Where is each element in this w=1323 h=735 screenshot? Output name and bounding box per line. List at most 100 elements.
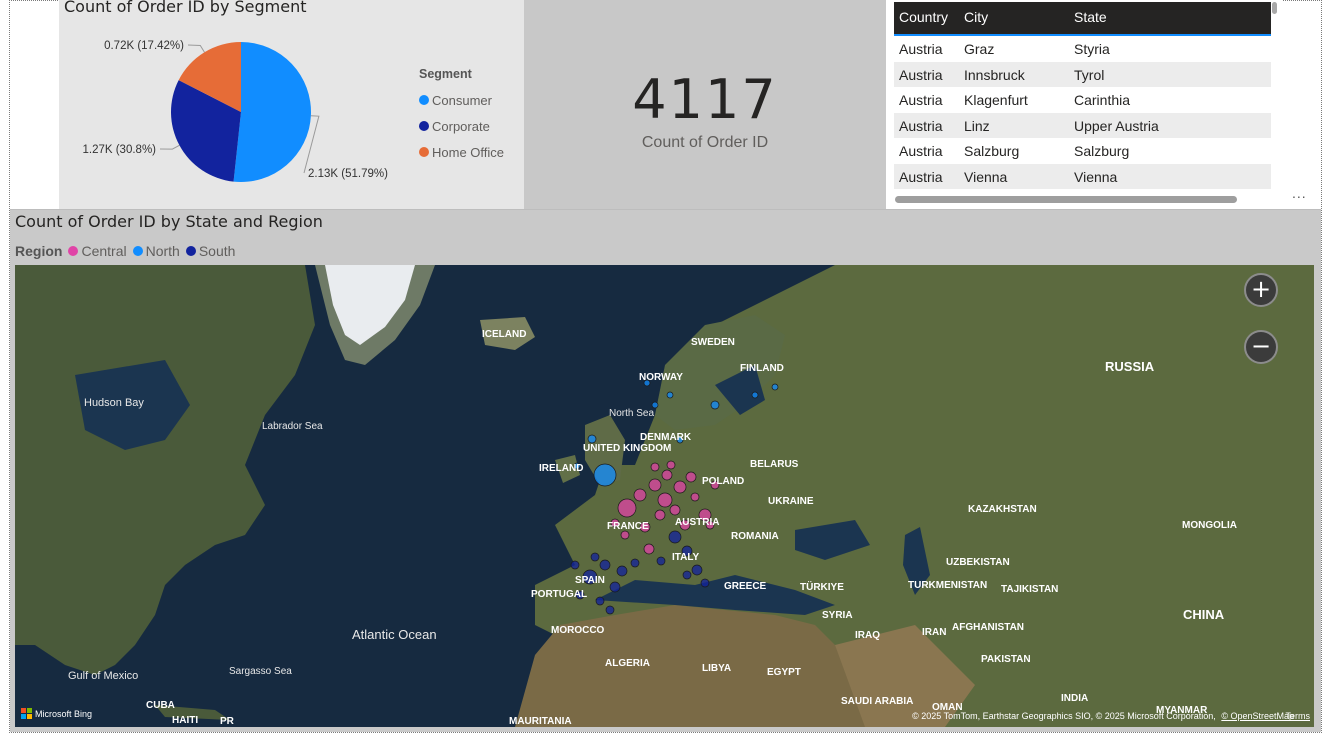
table-header: Country City State [894,2,1271,36]
legend-label-corporate: Corporate [432,118,490,134]
map-label: FRANCE [607,521,649,532]
table-cell: Tyrol [1074,66,1105,83]
table-row[interactable]: Austria Graz Styria [894,36,1271,62]
map-legend-item-north[interactable]: North [132,243,180,259]
map-legend-label-north: North [145,243,180,259]
pie-data-label: 0.72K (17.42%) [104,40,184,52]
zoom-in-button[interactable]: + [1244,273,1278,307]
table-row[interactable]: Austria Linz Upper Austria [894,112,1271,138]
map-label: EGYPT [767,667,801,678]
bing-logo-text: Microsoft Bing [35,708,93,719]
legend-dot-home-office [419,147,429,157]
map-label: Sargasso Sea [229,666,292,677]
pie-slice-consumer[interactable] [233,42,311,182]
pie-leader-line [187,44,205,53]
map-visual[interactable]: Count of Order ID by State and Region Re… [10,209,1321,732]
map-label: UZBEKISTAN [946,557,1010,568]
map-label: PAKISTAN [981,654,1031,665]
map-legend-item-south[interactable]: South [185,243,236,259]
kpi-card-visual[interactable]: 4117 Count of Order ID [524,0,886,209]
pie-data-label: 2.13K (51.79%) [308,168,388,180]
table-cell: Linz [964,117,990,134]
map-label: PR [220,716,235,727]
map-label: POLAND [702,476,744,487]
map-title: Count of Order ID by State and Region [15,212,323,231]
table-cell: Carinthia [1074,92,1131,108]
map-label: MONGOLIA [1182,520,1237,531]
map-label: AUSTRIA [675,517,719,528]
legend-label-home-office: Home Office [432,144,505,160]
table-row[interactable]: Austria Klagenfurt Carinthia [894,87,1271,113]
table-cell: Austria [899,117,943,134]
table-cell: Innsbruck [964,66,1025,83]
openstreetmap-link[interactable]: © OpenStreetMap [1221,711,1294,721]
table-cell: Vienna [964,168,1008,185]
terms-link[interactable]: Terms [1286,711,1311,721]
map-label: North Sea [609,408,654,419]
map-label: UNITED KINGDOM [583,443,671,454]
column-header-city[interactable]: City [964,9,988,25]
table-cell: Austria [899,143,943,159]
column-header-country[interactable]: Country [899,9,948,25]
map-label: IRAQ [855,630,880,641]
table-horizontal-scrollbar[interactable] [895,196,1237,203]
table-cell: Graz [964,41,995,57]
map-label: MAURITANIA [509,716,572,727]
table-row[interactable]: Austria Vienna Vienna [894,163,1271,189]
pie-legend: Segment Consumer Corporate Home Office [419,67,504,165]
legend-item-home-office[interactable]: Home Office [419,139,504,165]
legend-item-consumer[interactable]: Consumer [419,87,504,113]
map-label: KAZAKHSTAN [968,504,1037,515]
table-vertical-scrollbar[interactable] [1272,2,1277,14]
zoom-out-button[interactable]: − [1244,330,1278,364]
map-legend-item-central[interactable]: Central [68,243,127,259]
map-label: UKRAINE [768,496,814,507]
table-cell: Klagenfurt [964,92,1028,108]
table-row[interactable]: Austria Innsbruck Tyrol [894,61,1271,87]
map-label: LIBYA [702,663,731,674]
map-label: Hudson Bay [84,397,144,409]
map-label: SYRIA [822,610,853,621]
report-canvas: Count of Order ID by Segment 2.13K (51.7… [0,0,1323,735]
minus-icon: − [1250,332,1272,360]
table-cell: Austria [899,92,943,108]
microsoft-logo-icon [21,708,32,719]
table-row[interactable]: Austria Salzburg Salzburg [894,138,1271,164]
table-visual[interactable]: Country City State Austria Graz Styria A… [886,0,1282,209]
map-label: TÜRKIYE [800,580,844,593]
map-label: SWEDEN [691,337,735,348]
table-cell: Vienna [1074,168,1118,185]
table-cell: Salzburg [964,143,1020,159]
map-label: INDIA [1061,693,1088,704]
pie-chart-visual[interactable]: Count of Order ID by Segment 2.13K (51.7… [59,0,524,209]
legend-dot-south [185,246,196,256]
table-cell: Austria [899,41,943,57]
map-label: Gulf of Mexico [68,670,138,682]
table-cell: Austria [899,66,943,83]
map-label: HAITI [172,715,198,726]
map-label: DENMARK [640,432,692,443]
kpi-card-value: 4117 [632,68,778,131]
map-label: MOROCCO [551,625,605,636]
legend-dot-north [132,246,143,256]
map-label: TAJIKISTAN [1001,584,1058,595]
map-label: ROMANIA [731,531,779,542]
bing-logo[interactable]: Microsoft Bing [21,708,92,719]
pie-data-label: 1.27K (30.8%) [82,144,156,156]
map-legend-label-south: South [198,243,236,259]
map-label: ICELAND [482,329,526,340]
column-header-state[interactable]: State [1074,9,1107,25]
pie-legend-title: Segment [419,67,472,81]
legend-item-corporate[interactable]: Corporate [419,113,504,139]
map-label: BELARUS [750,459,799,470]
map-label: GREECE [724,581,767,592]
map-canvas[interactable]: RUSSIA CHINA MONGOLIA KAZAKHSTAN ICELAND… [15,265,1314,727]
more-options-icon[interactable]: ... [1292,185,1307,201]
map-legend: Region Central North South [15,243,241,259]
map-label: FINLAND [740,363,784,374]
map-label: TURKMENISTAN [908,580,987,591]
map-label: CHINA [1183,607,1225,622]
map-legend-title: Region [15,243,63,259]
map-label: AFGHANISTAN [952,622,1024,633]
map-label: IRAN [922,627,946,638]
